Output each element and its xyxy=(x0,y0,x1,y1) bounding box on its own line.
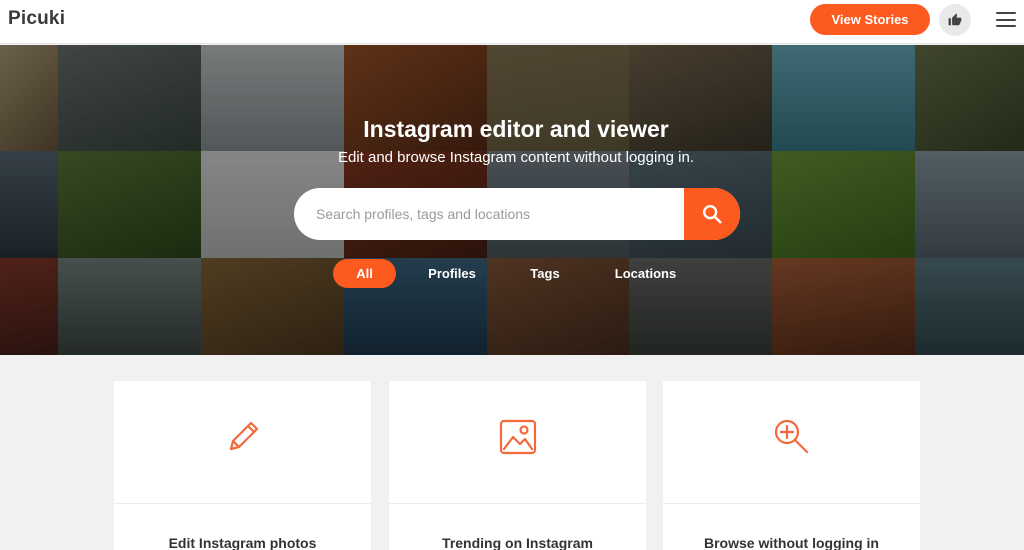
hero-title: Instagram editor and viewer xyxy=(363,116,669,142)
filter-tab-tags[interactable]: Tags xyxy=(520,259,570,288)
feature-label: Trending on Instagram xyxy=(442,535,593,550)
card-divider xyxy=(114,503,371,504)
filter-tab-locations[interactable]: Locations xyxy=(604,259,687,288)
feature-card-browse[interactable]: Browse without logging in xyxy=(663,381,920,550)
zoom-in-icon xyxy=(774,419,808,454)
filter-tab-profiles[interactable]: Profiles xyxy=(418,259,486,288)
search-input[interactable] xyxy=(294,188,684,240)
card-divider xyxy=(663,503,920,504)
like-button[interactable] xyxy=(939,4,971,36)
pencil-icon xyxy=(229,421,258,451)
filter-tab-all[interactable]: All xyxy=(333,259,396,288)
site-logo[interactable]: Picuki xyxy=(8,8,65,30)
thumbs-up-icon xyxy=(948,13,962,26)
card-divider xyxy=(389,503,646,504)
search-button[interactable] xyxy=(684,188,740,240)
search-icon xyxy=(703,205,722,224)
view-stories-button[interactable]: View Stories xyxy=(810,4,930,35)
hamburger-menu-icon[interactable] xyxy=(996,12,1016,27)
image-icon xyxy=(499,419,536,455)
feature-card-trending[interactable]: Trending on Instagram xyxy=(389,381,646,550)
top-navbar: Picuki View Stories xyxy=(0,0,1024,44)
hero-subtitle: Edit and browse Instagram content withou… xyxy=(337,149,695,166)
feature-label: Edit Instagram photos xyxy=(168,535,317,550)
hero-banner: Instagram editor and viewer Edit and bro… xyxy=(0,45,1024,355)
feature-card-edit[interactable]: Edit Instagram photos xyxy=(114,381,371,550)
feature-label: Browse without logging in xyxy=(704,535,879,550)
search-bar xyxy=(294,188,740,240)
